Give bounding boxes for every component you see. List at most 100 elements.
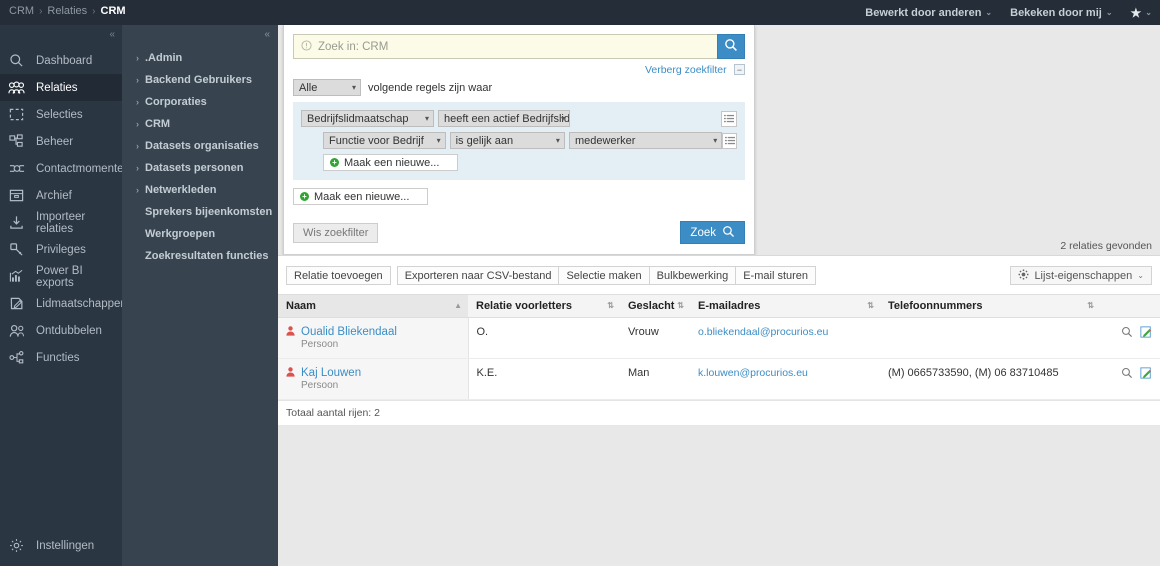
filter-operator-select[interactable]: heeft een actief Bedrijfslidmaatsc ▾ xyxy=(438,110,570,127)
email-link[interactable]: o.bliekendaal@procurios.eu xyxy=(698,326,828,338)
submenu-item-admin[interactable]: › .Admin xyxy=(122,47,278,69)
add-relation-button[interactable]: Relatie toevoegen xyxy=(286,266,391,285)
clear-search-filter-button[interactable]: Wis zoekfilter xyxy=(293,222,379,243)
sidebar-item-dashboard[interactable]: Dashboard xyxy=(0,47,122,74)
email-link[interactable]: k.louwen@procurios.eu xyxy=(698,367,808,379)
view-magnifier-icon[interactable] xyxy=(1121,326,1133,341)
sidebar-item-power-bi-exports[interactable]: Power BI exports xyxy=(0,263,122,290)
chevron-down-icon: ▾ xyxy=(713,136,718,145)
sidebar-item-beheer[interactable]: Beheer xyxy=(0,128,122,155)
sidebar-item-contactmomenten[interactable]: Contactmomenten xyxy=(0,155,130,182)
cell-e-mailadres: o.bliekendaal@procurios.eu xyxy=(690,317,880,359)
search-input-wrapper[interactable]: Zoek in: CRM xyxy=(293,34,717,59)
sidebar-item-label: Ontdubbelen xyxy=(36,324,102,337)
column-header-e-mailadres[interactable]: E-mailadres ⇅ xyxy=(690,294,880,318)
relation-name-link[interactable]: Oualid Bliekendaal xyxy=(301,326,397,338)
column-header-naam[interactable]: Naam ▲ xyxy=(278,294,468,318)
submenu-item-crm[interactable]: › CRM xyxy=(122,113,278,135)
viewed-by-me-menu[interactable]: Bekeken door mij ⌄ xyxy=(1010,7,1112,19)
relation-name-link[interactable]: Kaj Louwen xyxy=(301,367,361,379)
favorites-menu[interactable]: ★ ⌄ xyxy=(1131,6,1152,20)
sidebar-item-ontdubbelen[interactable]: Ontdubbelen xyxy=(0,317,122,344)
bulk-edit-button[interactable]: Bulkbewerking xyxy=(648,266,737,285)
add-inner-rule-wrapper: + Maak een nieuwe... xyxy=(301,154,737,171)
submenu-item-netwerkleden[interactable]: › Netwerkleden xyxy=(122,179,278,201)
filter-field-select[interactable]: Bedrijfslidmaatschap ▾ xyxy=(301,110,434,127)
bulk-edit-label: Bulkbewerking xyxy=(656,269,729,282)
sort-indicator-icon: ⇅ xyxy=(1087,301,1094,310)
bullet-icon: › xyxy=(136,53,139,63)
submenu-item-label: Netwerkleden xyxy=(145,184,217,196)
export-csv-button[interactable]: Exporteren naar CSV-bestand xyxy=(396,266,560,285)
name-block: Oualid Bliekendaal Persoon xyxy=(286,326,460,350)
gear-icon xyxy=(1018,269,1029,283)
sidebar-item-label: Instellingen xyxy=(36,539,95,552)
filter-value-value: medewerker xyxy=(574,134,636,147)
submenu-item-sprekers-bijeenkomsten[interactable]: Sprekers bijeenkomsten xyxy=(122,201,278,223)
sidebar-item-privileges[interactable]: Privileges xyxy=(0,236,122,263)
breadcrumb: CRM › Relaties › CRM xyxy=(9,5,126,17)
send-email-button[interactable]: E-mail sturen xyxy=(735,266,817,285)
submenu-item-label: .Admin xyxy=(145,52,183,64)
bullet-icon: › xyxy=(136,163,139,173)
key-icon xyxy=(8,241,25,258)
submenu-item-backend-gebruikers[interactable]: › Backend Gebruikers xyxy=(122,69,278,91)
match-mode-value: Alle xyxy=(299,81,318,94)
edit-pencil-icon[interactable] xyxy=(1140,326,1152,341)
sidebar-item-selecties[interactable]: Selecties xyxy=(0,101,122,128)
filter-row-options-icon[interactable] xyxy=(722,132,737,149)
relation-type-label: Persoon xyxy=(301,380,339,391)
sort-indicator-icon: ⇅ xyxy=(607,301,614,310)
sidebar-item-label: Functies xyxy=(36,351,80,364)
column-header-telefoonnummers[interactable]: Telefoonnummers ⇅ xyxy=(880,294,1100,318)
hide-search-filter-link[interactable]: Verberg zoekfilter xyxy=(645,64,727,76)
submenu-item-zoekresultaten-functies[interactable]: Zoekresultaten functies xyxy=(122,245,278,267)
edited-by-others-menu[interactable]: Bewerkt door anderen ⌄ xyxy=(865,7,992,19)
filter-value-select[interactable]: medewerker ▾ xyxy=(568,132,723,149)
view-magnifier-icon[interactable] xyxy=(1121,367,1133,382)
submenu-item-datasets-personen[interactable]: › Datasets personen xyxy=(122,157,278,179)
collapse-filter-icon[interactable]: − xyxy=(734,64,745,76)
sidebar-item-relaties[interactable]: Relaties xyxy=(0,74,122,101)
filter-field-select[interactable]: Functie voor Bedrijf ▾ xyxy=(323,132,446,149)
breadcrumb-item-0[interactable]: CRM xyxy=(9,5,34,17)
make-selection-button[interactable]: Selectie maken xyxy=(558,266,650,285)
filter-row: Bedrijfslidmaatschap ▾ heeft een actief … xyxy=(301,110,737,127)
column-header-relatie-voorletters[interactable]: Relatie voorletters ⇅ xyxy=(468,294,620,318)
collapse-sidebar-icon[interactable]: « xyxy=(109,29,115,40)
sidebar-item-archief[interactable]: Archief xyxy=(0,182,122,209)
sidebar-item-label: Lidmaatschappen xyxy=(36,297,127,310)
add-inner-rule-button[interactable]: + Maak een nieuwe... xyxy=(323,154,458,171)
breadcrumb-item-1[interactable]: Relaties xyxy=(47,5,87,17)
sidebar-item-instellingen[interactable]: Instellingen xyxy=(0,532,122,559)
match-mode-label: volgende regels zijn waar xyxy=(368,81,493,94)
search-button[interactable]: Zoek xyxy=(680,221,745,244)
sidebar-item-label: Power BI exports xyxy=(36,264,83,289)
collapse-submenu-icon[interactable]: « xyxy=(264,29,270,40)
add-relation-label: Relatie toevoegen xyxy=(294,269,383,282)
table-row: Kaj Louwen Persoon K.E. Man k.louwen@pro… xyxy=(278,358,1160,400)
add-outer-rule-button[interactable]: + Maak een nieuwe... xyxy=(293,188,428,205)
submenu-item-datasets-organisaties[interactable]: › Datasets organisaties xyxy=(122,135,278,157)
submenu-item-label: Werkgroepen xyxy=(145,228,216,240)
sidebar-item-lidmaatschappen[interactable]: Lidmaatschappen xyxy=(0,290,127,317)
breadcrumb-separator-icon: › xyxy=(92,5,96,17)
column-header-label: Geslacht xyxy=(628,300,675,312)
top-bar: CRM › Relaties › CRM Bewerkt door andere… xyxy=(0,0,1160,25)
filter-row-options-icon[interactable] xyxy=(721,110,737,127)
viewed-by-me-label: Bekeken door mij xyxy=(1010,6,1102,19)
edit-pencil-icon[interactable] xyxy=(1140,367,1152,382)
match-mode-select[interactable]: Alle ▾ xyxy=(293,79,361,96)
bullet-icon: › xyxy=(136,97,139,107)
org-chart-icon xyxy=(8,133,25,150)
submenu-item-werkgroepen[interactable]: Werkgroepen xyxy=(122,223,278,245)
sidebar-item-importeer-relaties[interactable]: Importeer relaties xyxy=(0,209,122,236)
filter-field-value: Bedrijfslidmaatschap xyxy=(307,112,409,125)
column-header-geslacht[interactable]: Geslacht ⇅ xyxy=(620,294,690,318)
list-properties-button[interactable]: Lijst-eigenschappen ⌄ xyxy=(1010,266,1152,285)
submenu-item-corporaties[interactable]: › Corporaties xyxy=(122,91,278,113)
sidebar-item-functies[interactable]: Functies xyxy=(0,344,122,371)
chevron-down-icon: ⌄ xyxy=(1137,271,1144,280)
search-submit-button[interactable] xyxy=(717,34,745,59)
filter-operator-select[interactable]: is gelijk aan ▾ xyxy=(449,132,565,149)
